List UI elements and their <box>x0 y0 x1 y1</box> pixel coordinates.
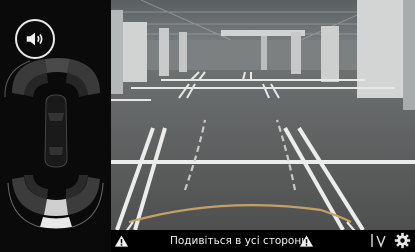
sensor-diagram <box>4 58 104 229</box>
rear-camera-view <box>111 0 415 252</box>
camera-view-icon[interactable] <box>369 232 389 249</box>
settings-button[interactable] <box>392 229 412 251</box>
speaker-icon <box>26 32 43 46</box>
volume-button[interactable] <box>15 19 55 59</box>
gear-icon <box>394 232 410 248</box>
warning-icon-right <box>299 235 314 247</box>
parking-camera-screen: Подивіться в усі сторони <box>0 0 415 252</box>
warning-icon <box>114 235 129 247</box>
car-icon <box>44 94 68 168</box>
front-sensor-zones <box>4 58 100 98</box>
camera-image <box>111 0 415 252</box>
rear-sensor-zones <box>7 175 104 229</box>
parking-sensor-panel <box>0 0 111 252</box>
